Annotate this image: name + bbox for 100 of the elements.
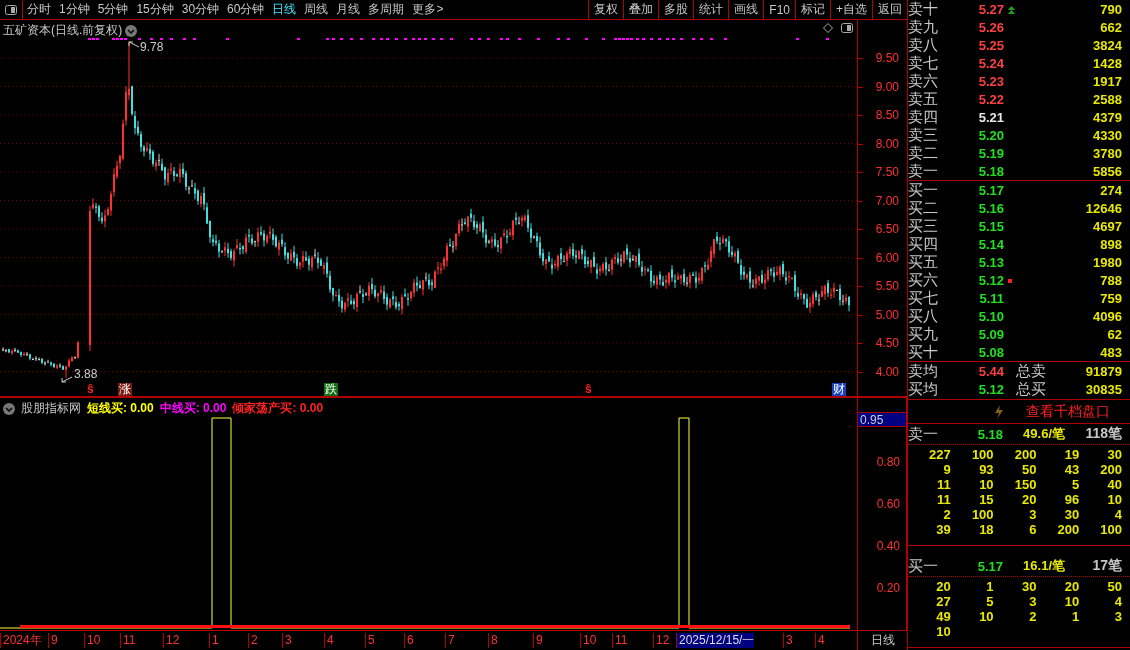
- toolbar-button[interactable]: 统计: [693, 0, 729, 19]
- order-price: 5.18: [977, 164, 1004, 179]
- total-volume: 30835: [1084, 382, 1122, 397]
- period-tab[interactable]: 月线: [332, 0, 365, 19]
- queue-volume: 30: [1020, 579, 1037, 594]
- queue-volume: 150: [1013, 477, 1037, 492]
- order-price: 5.14: [977, 237, 1004, 252]
- axis-label: 4.00: [875, 364, 899, 379]
- axis-label: 0.40: [876, 539, 900, 553]
- queue-volume: 20: [1020, 492, 1037, 507]
- average-price: 5.12: [977, 382, 1004, 397]
- order-level-label: 买三: [908, 217, 939, 236]
- queue-price: 5.18: [976, 426, 1003, 442]
- date-label: 2024年: [0, 633, 42, 648]
- queue-volume: 200: [1013, 447, 1037, 462]
- order-volume: 4096: [1092, 309, 1122, 324]
- queue-volume: 11: [936, 492, 951, 507]
- queue-volume: 11: [936, 477, 951, 492]
- queue-volume: 200: [1099, 462, 1122, 477]
- queue-volume: 100: [1099, 522, 1122, 537]
- toolbar-button[interactable]: 叠加: [623, 0, 659, 19]
- queue-volume: 200: [1056, 522, 1080, 537]
- period-tab[interactable]: 15分钟: [132, 0, 178, 19]
- order-level-label: 买五: [908, 253, 939, 272]
- period-tab[interactable]: 5分钟: [93, 0, 133, 19]
- period-tab[interactable]: 日线: [268, 0, 301, 19]
- toolbar-button[interactable]: 画线: [728, 0, 764, 19]
- order-level-label: 买九: [908, 325, 939, 344]
- date-label: 9: [533, 633, 543, 648]
- date-label: 2025/12/15/一: [676, 633, 755, 648]
- queue-volume: 18: [978, 522, 994, 537]
- queue-volume: 50: [1106, 579, 1122, 594]
- queue-volume: 40: [1106, 477, 1122, 492]
- queue-volume: 10: [978, 609, 994, 624]
- period-tab[interactable]: 多周期: [364, 0, 409, 19]
- period-tab[interactable]: 分时: [23, 0, 55, 19]
- order-level-label: 卖三: [908, 126, 939, 145]
- toolbar-button[interactable]: F10: [763, 0, 795, 19]
- period-tab[interactable]: 60分钟: [223, 0, 269, 19]
- toolbar-button[interactable]: 复权: [588, 0, 624, 19]
- order-volume: 62: [1106, 327, 1122, 342]
- order-count: 118笔: [1084, 425, 1122, 443]
- order-level-label: 卖七: [908, 54, 939, 73]
- axis-label: 9.00: [875, 79, 899, 94]
- order-count: 17笔: [1091, 557, 1122, 575]
- queue-volume: 19: [1063, 447, 1080, 462]
- average-per-order: 16.1/笔: [1022, 557, 1065, 575]
- queue-volume: 227: [928, 447, 951, 462]
- order-level-label: 买一: [908, 181, 939, 200]
- period-tab[interactable]: 1分钟: [55, 0, 94, 19]
- order-price: 5.25: [977, 38, 1004, 53]
- order-volume: 662: [1099, 20, 1122, 35]
- order-level-label: 卖六: [908, 72, 939, 91]
- period-tab[interactable]: 周线: [300, 0, 333, 19]
- order-price: 5.09: [977, 327, 1004, 342]
- order-price: 5.19: [977, 146, 1004, 161]
- queue-volume: 3: [1028, 507, 1037, 522]
- period-tab[interactable]: 更多>: [408, 0, 448, 19]
- order-price: 5.10: [977, 309, 1004, 324]
- toolbar-button[interactable]: 返回: [872, 0, 907, 19]
- queue-volume: 10: [978, 477, 994, 492]
- high-price-label: 9.78: [140, 40, 164, 54]
- order-volume: 1428: [1092, 56, 1122, 71]
- date-label: 10: [580, 633, 597, 648]
- chart-title: 五矿资本(日线.前复权): [3, 22, 123, 39]
- period-tab[interactable]: 30分钟: [177, 0, 224, 19]
- total-volume: 91879: [1084, 364, 1122, 379]
- date-label: 7: [445, 633, 455, 648]
- queue-volume: 30: [1063, 507, 1080, 522]
- depth-link[interactable]: 查看千档盘口: [1026, 402, 1110, 421]
- queue-volume: 10: [935, 624, 951, 639]
- date-label: 10: [84, 633, 101, 648]
- signal-mark: ŝ: [584, 383, 593, 396]
- summary-label: 总买: [1015, 380, 1047, 399]
- fall-tag: 跌: [324, 383, 338, 396]
- order-volume: 2588: [1092, 92, 1122, 107]
- queue-volume: 6: [1028, 522, 1037, 537]
- queue-volume: 96: [1063, 492, 1080, 507]
- queue-volume: 100: [970, 447, 994, 462]
- order-price: 5.16: [977, 201, 1004, 216]
- queue-volume: 43: [1063, 462, 1080, 477]
- order-volume: 790: [1099, 2, 1122, 17]
- toolbar-button[interactable]: 标记: [795, 0, 830, 19]
- rise-tag: 涨: [118, 383, 132, 396]
- queue-volume: 10: [1063, 594, 1080, 609]
- axis-label: 8.00: [875, 136, 899, 151]
- order-volume: 3824: [1092, 38, 1122, 53]
- indicator-value: 短线买: 0.00: [87, 400, 154, 417]
- queue-price: 5.17: [976, 558, 1003, 574]
- order-volume: 4379: [1092, 110, 1122, 125]
- indicator-value: 中线买: 0.00: [159, 400, 227, 417]
- toolbar-button[interactable]: 多股: [658, 0, 694, 19]
- queue-volume: 5: [985, 594, 994, 609]
- queue-volume: 3: [1028, 594, 1037, 609]
- summary-label: 买均: [908, 380, 939, 399]
- order-price: 5.22: [977, 92, 1004, 107]
- order-level-label: 卖十: [908, 0, 939, 19]
- toolbar-button[interactable]: +自选: [830, 0, 872, 19]
- order-level-label: 卖四: [908, 108, 939, 127]
- queue-volume: 39: [935, 522, 951, 537]
